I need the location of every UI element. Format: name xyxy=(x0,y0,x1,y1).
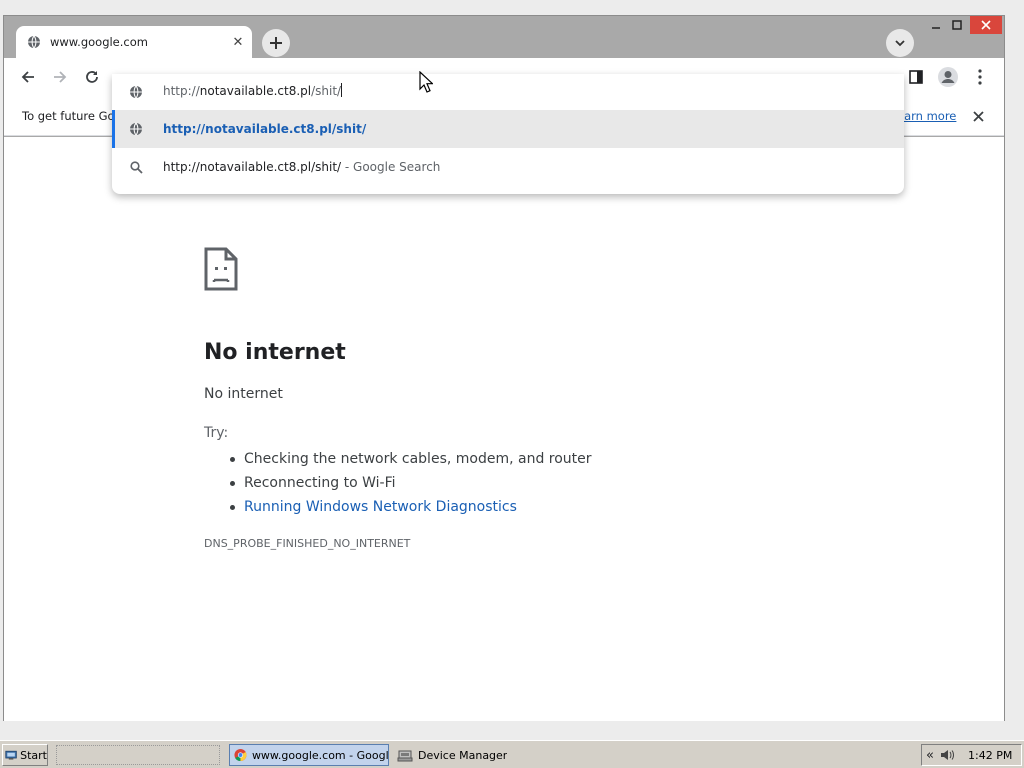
menu-button[interactable] xyxy=(966,63,994,91)
window-maximize-button[interactable] xyxy=(949,16,965,34)
error-code: DNS_PROBE_FINISHED_NO_INTERNET xyxy=(204,537,411,550)
infobar-learn-more-link[interactable]: earn more xyxy=(897,109,956,123)
globe-icon xyxy=(128,84,144,100)
profile-button[interactable] xyxy=(934,63,962,91)
tab-search-button[interactable] xyxy=(886,29,914,57)
reload-icon xyxy=(86,71,98,83)
start-label: Start xyxy=(20,748,47,762)
network-diagnostics-link[interactable]: Running Windows Network Diagnostics xyxy=(230,495,592,519)
window-minimize-button[interactable] xyxy=(928,16,944,34)
taskbar-item-chrome[interactable]: www.google.com - Googl... xyxy=(229,744,389,766)
url-scheme: http:// xyxy=(163,84,200,98)
omnibox-dropdown: http://notavailable.ct8.pl/shit/ http://… xyxy=(112,74,904,194)
back-button[interactable] xyxy=(14,63,42,91)
chevron-down-icon xyxy=(895,40,905,47)
error-title: No internet xyxy=(204,340,346,365)
taskbar-item-label: Device Manager xyxy=(418,748,508,762)
reload-button[interactable] xyxy=(78,63,106,91)
side-panel-icon xyxy=(909,70,923,84)
taskbar-item-label: www.google.com - Googl... xyxy=(251,748,388,762)
forward-button[interactable] xyxy=(46,63,74,91)
mouse-cursor-icon xyxy=(419,71,433,93)
taskbar-item-device-manager[interactable]: Device Manager xyxy=(393,744,523,766)
suggestion-search[interactable]: http://notavailable.ct8.pl/shit/ - Googl… xyxy=(112,148,904,186)
suggestion-query: http://notavailable.ct8.pl/shit/ xyxy=(163,160,342,174)
error-try-label: Try: xyxy=(204,425,229,441)
tab-title: www.google.com xyxy=(50,35,148,49)
search-icon xyxy=(128,159,144,175)
tab-strip: www.google.com ✕ xyxy=(4,16,1004,58)
tray-expand-icon[interactable]: « xyxy=(922,748,938,763)
suggestion-text: http://notavailable.ct8.pl/shit/ xyxy=(163,122,367,136)
tab-google[interactable]: www.google.com ✕ xyxy=(16,26,252,58)
quick-launch-area xyxy=(56,745,220,765)
arrow-right-icon xyxy=(54,71,67,83)
device-manager-icon xyxy=(397,750,413,762)
maximize-icon xyxy=(952,20,962,30)
list-item: Checking the network cables, modem, and … xyxy=(230,447,592,471)
omnibox-input-row[interactable]: http://notavailable.ct8.pl/shit/ xyxy=(112,74,904,110)
suggestion-text: http://notavailable.ct8.pl/shit/ - Googl… xyxy=(163,160,440,174)
arrow-left-icon xyxy=(21,71,34,83)
plus-icon xyxy=(270,37,282,49)
suggestion-url[interactable]: http://notavailable.ct8.pl/shit/ xyxy=(112,110,904,148)
infobar-close-button[interactable] xyxy=(968,106,988,126)
avatar-icon xyxy=(938,67,958,87)
suggestion-suffix: - Google Search xyxy=(341,160,441,174)
more-vert-icon xyxy=(978,69,982,85)
globe-icon xyxy=(26,34,42,50)
address-input[interactable]: http://notavailable.ct8.pl/shit/ xyxy=(163,83,763,98)
error-suggestions-list: Checking the network cables, modem, and … xyxy=(230,447,592,519)
text-caret xyxy=(341,83,343,97)
close-icon xyxy=(981,20,991,30)
globe-icon xyxy=(128,121,144,137)
tab-close-icon[interactable]: ✕ xyxy=(228,32,248,52)
volume-icon[interactable] xyxy=(938,749,956,761)
url-host: notavailable.ct8.pl xyxy=(199,84,312,98)
clock: 1:42 PM xyxy=(968,748,1013,762)
new-tab-button[interactable] xyxy=(262,29,290,57)
window-close-button[interactable] xyxy=(970,16,1002,34)
sad-page-icon xyxy=(204,247,238,291)
url-path: /shit/ xyxy=(311,84,342,98)
infobar-text: To get future Go xyxy=(22,109,115,123)
taskbar: Start www.google.com - Googl... Device M… xyxy=(0,740,1024,768)
windows-logo-icon xyxy=(5,750,17,760)
system-tray: « 1:42 PM xyxy=(921,744,1022,766)
error-subtitle: No internet xyxy=(204,386,283,402)
minimize-icon xyxy=(932,27,940,29)
chrome-icon xyxy=(234,748,247,762)
page-content: No internet No internet Try: Checking th… xyxy=(4,137,1004,721)
start-button[interactable]: Start xyxy=(2,744,48,766)
browser-window: www.google.com ✕ To get future Go earn m… xyxy=(3,15,1005,721)
close-icon xyxy=(972,110,984,122)
list-item: Reconnecting to Wi-Fi xyxy=(230,471,592,495)
side-panel-button[interactable] xyxy=(902,63,930,91)
